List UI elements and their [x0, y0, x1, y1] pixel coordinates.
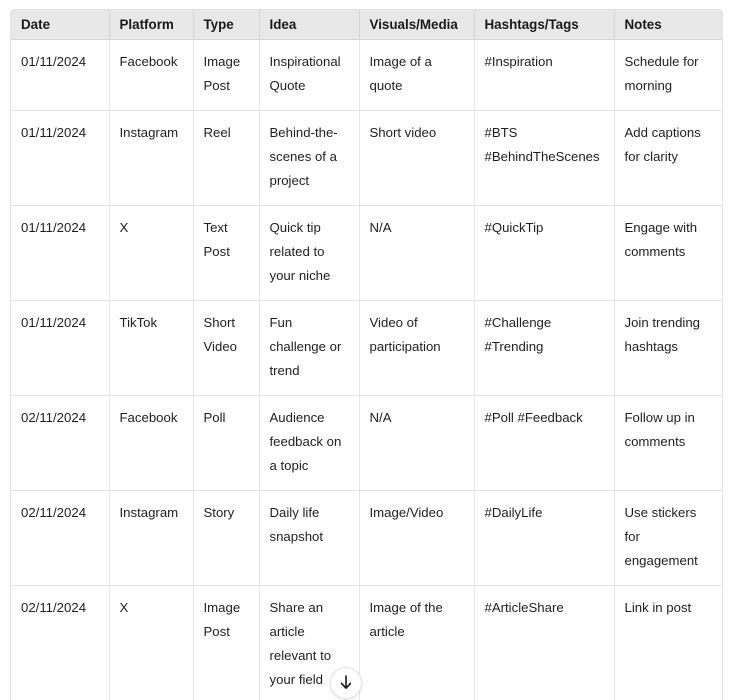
cell-platform: X: [109, 585, 194, 700]
cell-idea: Fun challenge or trend: [259, 300, 360, 396]
cell-idea: Audience feedback on a topic: [259, 395, 360, 491]
cell-visuals: Video of participation: [359, 300, 475, 396]
cell-platform: Facebook: [109, 39, 194, 111]
cell-notes: Join trending hashtags: [614, 300, 722, 396]
cell-platform: TikTok: [109, 300, 194, 396]
cell-date: 01/11/2024: [11, 205, 110, 301]
cell-notes: Schedule for morning: [614, 39, 722, 111]
cell-platform: Instagram: [109, 490, 194, 586]
table-body: 01/11/2024 Facebook Image Post Inspirati…: [11, 39, 722, 700]
scroll-down-button[interactable]: [330, 667, 362, 699]
cell-type: Poll: [193, 395, 260, 491]
column-header-visuals-media[interactable]: Visuals/Media: [359, 10, 475, 40]
cell-date: 01/11/2024: [11, 39, 110, 111]
table-row: 01/11/2024 Facebook Image Post Inspirati…: [11, 39, 722, 111]
cell-platform: X: [109, 205, 194, 301]
content-calendar-table: Date Platform Type Idea Visuals/Media Ha…: [11, 10, 722, 700]
cell-visuals: N/A: [359, 395, 475, 491]
cell-hashtags: #Challenge #Trending: [474, 300, 615, 396]
cell-visuals: N/A: [359, 205, 475, 301]
cell-type: Text Post: [193, 205, 260, 301]
column-header-date[interactable]: Date: [11, 10, 110, 40]
table-row: 02/11/2024 Instagram Story Daily life sn…: [11, 490, 722, 586]
cell-idea: Inspirational Quote: [259, 39, 360, 111]
table-row: 01/11/2024 TikTok Short Video Fun challe…: [11, 300, 722, 396]
table-header: Date Platform Type Idea Visuals/Media Ha…: [11, 10, 722, 40]
cell-platform: Facebook: [109, 395, 194, 491]
cell-hashtags: #ArticleShare: [474, 585, 615, 700]
cell-visuals: Image/Video: [359, 490, 475, 586]
cell-notes: Use stickers for engagement: [614, 490, 722, 586]
cell-type: Image Post: [193, 585, 260, 700]
cell-type: Image Post: [193, 39, 260, 111]
cell-notes: Add captions for clarity: [614, 110, 722, 206]
cell-idea: Daily life snapshot: [259, 490, 360, 586]
column-header-idea[interactable]: Idea: [259, 10, 360, 40]
cell-hashtags: #Inspiration: [474, 39, 615, 111]
page-root: Date Platform Type Idea Visuals/Media Ha…: [0, 0, 753, 700]
table-row: 02/11/2024 X Image Post Share an article…: [11, 585, 722, 700]
cell-idea: Behind-the-scenes of a project: [259, 110, 360, 206]
cell-date: 01/11/2024: [11, 110, 110, 206]
table-header-row: Date Platform Type Idea Visuals/Media Ha…: [11, 10, 722, 40]
cell-hashtags: #DailyLife: [474, 490, 615, 586]
column-header-platform[interactable]: Platform: [109, 10, 194, 40]
arrow-down-icon: [339, 675, 353, 691]
cell-hashtags: #QuickTip: [474, 205, 615, 301]
column-header-notes[interactable]: Notes: [614, 10, 722, 40]
cell-hashtags: #Poll #Feedback: [474, 395, 615, 491]
cell-type: Reel: [193, 110, 260, 206]
cell-platform: Instagram: [109, 110, 194, 206]
cell-date: 02/11/2024: [11, 395, 110, 491]
table-row: 02/11/2024 Facebook Poll Audience feedba…: [11, 395, 722, 491]
cell-type: Short Video: [193, 300, 260, 396]
cell-date: 01/11/2024: [11, 300, 110, 396]
column-header-type[interactable]: Type: [193, 10, 260, 40]
cell-notes: Follow up in comments: [614, 395, 722, 491]
cell-visuals: Image of the article: [359, 585, 475, 700]
table-row: 01/11/2024 X Text Post Quick tip related…: [11, 205, 722, 301]
cell-visuals: Image of a quote: [359, 39, 475, 111]
content-calendar-table-container: Date Platform Type Idea Visuals/Media Ha…: [10, 9, 723, 700]
column-header-hashtags-tags[interactable]: Hashtags/Tags: [474, 10, 615, 40]
table-row: 01/11/2024 Instagram Reel Behind-the-sce…: [11, 110, 722, 206]
cell-type: Story: [193, 490, 260, 586]
cell-date: 02/11/2024: [11, 490, 110, 586]
cell-hashtags: #BTS #BehindTheScenes: [474, 110, 615, 206]
cell-notes: Link in post: [614, 585, 722, 700]
cell-visuals: Short video: [359, 110, 475, 206]
cell-date: 02/11/2024: [11, 585, 110, 700]
cell-idea: Quick tip related to your niche: [259, 205, 360, 301]
cell-notes: Engage with comments: [614, 205, 722, 301]
